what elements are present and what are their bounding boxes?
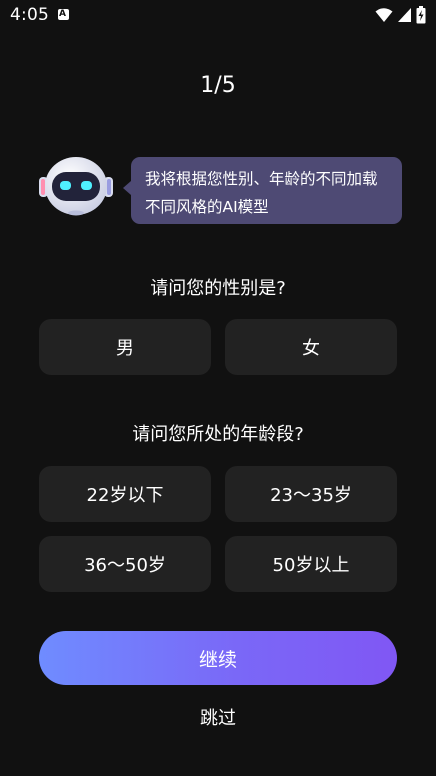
battery-icon bbox=[416, 6, 426, 24]
cellular-signal-icon bbox=[398, 8, 411, 22]
gender-option-female[interactable]: 女 bbox=[225, 319, 397, 375]
age-option-under-22[interactable]: 22岁以下 bbox=[39, 466, 211, 522]
status-bar: 4:05 A bbox=[0, 0, 436, 30]
skip-link[interactable]: 跳过 bbox=[0, 704, 436, 730]
screen: 4:05 A 1/5 我将根据您性别、年龄的不同加载 不同风格的AI模型 请问您… bbox=[0, 0, 436, 776]
step-progress: 1/5 bbox=[200, 73, 236, 98]
bubble-text-line1: 我将根据您性别、年龄的不同加载 bbox=[145, 170, 378, 188]
bubble-text-line2: 不同风格的AI模型 bbox=[145, 198, 269, 216]
age-option-over-50[interactable]: 50岁以上 bbox=[225, 536, 397, 592]
notification-app-icon-letter: A bbox=[59, 9, 66, 19]
gender-option-male[interactable]: 男 bbox=[39, 319, 211, 375]
age-option-36-50[interactable]: 36～50岁 bbox=[39, 536, 211, 592]
robot-avatar-icon bbox=[39, 157, 113, 216]
continue-button[interactable]: 继续 bbox=[39, 631, 397, 685]
notification-app-icon: A bbox=[58, 9, 69, 20]
gender-question-label: 请问您的性别是? bbox=[150, 278, 286, 299]
assistant-speech-bubble: 我将根据您性别、年龄的不同加载 不同风格的AI模型 bbox=[123, 157, 402, 224]
age-question-label: 请问您所处的年龄段? bbox=[132, 424, 304, 445]
age-option-23-35[interactable]: 23～35岁 bbox=[225, 466, 397, 522]
wifi-icon bbox=[375, 8, 393, 22]
status-time: 4:05 bbox=[10, 5, 49, 25]
status-icons bbox=[375, 6, 426, 24]
